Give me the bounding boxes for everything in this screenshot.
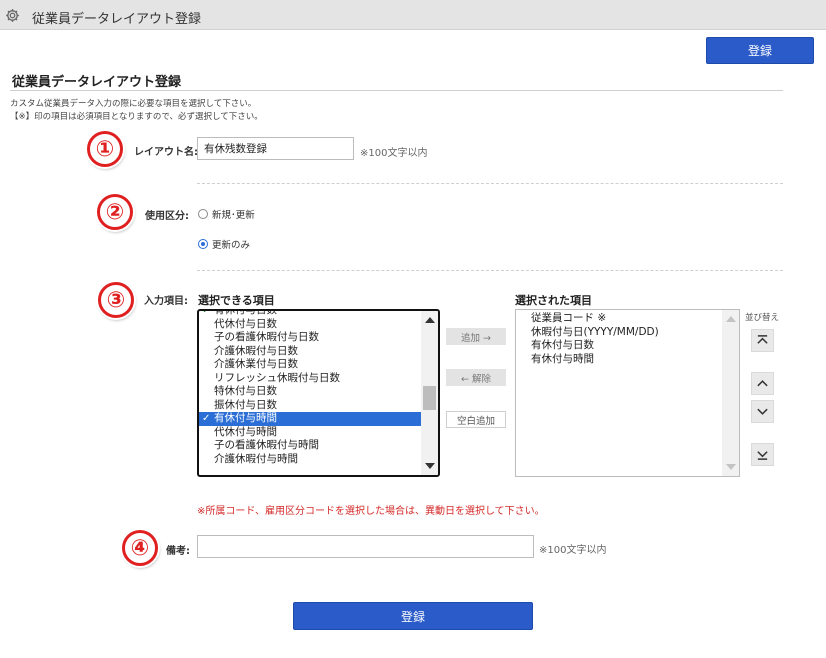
- usage-option-new-update[interactable]: 新規･更新: [198, 207, 255, 221]
- selected-item[interactable]: 有休付与時間: [516, 353, 722, 367]
- move-bottom-icon: [757, 451, 768, 460]
- available-scrollbar[interactable]: [421, 311, 438, 475]
- available-item[interactable]: 介護休暇付与時間: [199, 453, 421, 467]
- available-items: ✓ 有休付与日数 代休付与日数 子の看護休暇付与日数 介護休暇付与日数 介護休業付与日数リ…: [199, 309, 421, 475]
- radio-update-only[interactable]: [198, 239, 208, 249]
- annotation-number-3: ③: [98, 282, 134, 318]
- available-item[interactable]: 介護休業付与日数: [199, 358, 421, 372]
- radio-new-update[interactable]: [198, 209, 208, 219]
- available-item[interactable]: 子の看護休暇付与日数: [199, 331, 421, 345]
- remarks-input[interactable]: [197, 535, 534, 558]
- selected-item[interactable]: 有休付与日数: [516, 339, 722, 353]
- move-top-icon: [757, 335, 768, 344]
- available-item-label: 振休付与日数: [214, 398, 277, 411]
- add-blank-button[interactable]: 空白追加: [446, 411, 506, 428]
- section-divider-1: [197, 183, 783, 184]
- move-down-icon: [757, 408, 768, 415]
- usage-label: 使用区分:: [145, 211, 189, 222]
- layout-name-note: ※100文字以内: [360, 148, 428, 159]
- available-item[interactable]: 代休付与日数: [199, 318, 421, 332]
- available-item-label: 介護休暇付与日数: [214, 344, 298, 357]
- available-item-label: 子の看護休暇付与日数: [214, 331, 319, 343]
- add-item-button[interactable]: 追加 →: [446, 328, 506, 345]
- selected-scrollbar[interactable]: [722, 310, 739, 476]
- radio-update-only-label: 更新のみ: [212, 240, 251, 251]
- selected-item[interactable]: 従業員コード ※: [516, 312, 722, 326]
- move-to-top-button[interactable]: [751, 329, 774, 352]
- annotation-number-2: ②: [97, 194, 133, 230]
- available-item-label: リフレッシュ休暇付与日数: [214, 371, 340, 384]
- available-item-label: 介護休暇付与時間: [214, 452, 298, 465]
- available-item-label: 代休付与日数: [214, 317, 277, 330]
- register-button-bottom[interactable]: 登録: [293, 602, 533, 630]
- selected-items: 従業員コード ※ 休暇付与日(YYYY/MM/DD) 有休付与日数 有休付与時間: [516, 312, 722, 476]
- scroll-up-arrow[interactable]: [726, 316, 736, 322]
- radio-new-update-label: 新規･更新: [212, 210, 255, 221]
- warning-text: ※所属コード、雇用区分コードを選択した場合は、異動日を選択して下さい。: [197, 506, 545, 517]
- annotation-number-4: ④: [122, 530, 158, 566]
- description-line-1: カスタム従業員データ入力の際に必要な項目を選択して下さい。: [10, 99, 257, 109]
- gear-icon[interactable]: [5, 8, 20, 23]
- scroll-down-arrow[interactable]: [425, 463, 435, 469]
- usage-option-update-only[interactable]: 更新のみ: [198, 237, 250, 251]
- move-to-bottom-button[interactable]: [751, 443, 774, 466]
- scroll-up-arrow[interactable]: [425, 317, 435, 323]
- available-item-label: 子の看護休暇付与時間: [214, 439, 319, 451]
- title-bar: 従業員データレイアウト登録: [0, 0, 826, 30]
- available-item[interactable]: 振休付与日数: [199, 399, 421, 413]
- section-divider-2: [197, 270, 783, 271]
- available-item-label: 代休付与時間: [214, 425, 277, 438]
- move-up-button[interactable]: [751, 372, 774, 395]
- register-button-top[interactable]: 登録: [706, 37, 814, 64]
- remarks-label: 備考:: [166, 546, 190, 557]
- move-down-button[interactable]: [751, 400, 774, 423]
- available-item[interactable]: ✓ 有休付与時間: [199, 412, 421, 426]
- scroll-down-arrow[interactable]: [726, 464, 736, 470]
- available-item-label: 特休付与日数: [214, 385, 277, 397]
- available-item-label: 有休付与日数: [214, 309, 277, 316]
- check-icon: ✓: [202, 413, 211, 424]
- page-title: 従業員データレイアウト登録: [12, 75, 182, 90]
- input-items-label: 入力項目:: [144, 296, 188, 307]
- available-item[interactable]: 特休付与日数: [199, 385, 421, 399]
- description-line-2: 【※】印の項目は必須項目となりますので、必ず選択して下さい。: [10, 112, 263, 122]
- check-icon: ✓: [202, 309, 211, 316]
- title-divider: [10, 90, 783, 91]
- available-item[interactable]: ✓ 有休付与日数: [199, 309, 421, 318]
- available-item-label: 有休付与時間: [214, 412, 277, 424]
- annotation-number-1: ①: [87, 131, 123, 167]
- sort-label: 並び替え: [745, 313, 780, 323]
- available-item-label: 介護休業付与日数: [214, 358, 298, 370]
- available-item[interactable]: 代休付与時間: [199, 426, 421, 440]
- remarks-note: ※100文字以内: [539, 545, 607, 556]
- selected-item[interactable]: 休暇付与日(YYYY/MM/DD): [516, 326, 722, 340]
- available-items-list[interactable]: ✓ 有休付与日数 代休付与日数 子の看護休暇付与日数 介護休暇付与日数 介護休業付与日数リ…: [197, 309, 440, 477]
- selected-items-list[interactable]: 従業員コード ※ 休暇付与日(YYYY/MM/DD) 有休付与日数 有休付与時間: [515, 309, 740, 477]
- layout-name-input[interactable]: 有休残数登録: [197, 137, 354, 160]
- remove-item-button[interactable]: ← 解除: [446, 369, 506, 386]
- available-item[interactable]: リフレッシュ休暇付与日数: [199, 372, 421, 386]
- move-up-icon: [757, 380, 768, 387]
- window-title: 従業員データレイアウト登録: [32, 12, 202, 27]
- available-items-header: 選択できる項目: [198, 294, 275, 307]
- available-item[interactable]: 介護休暇付与日数: [199, 345, 421, 359]
- layout-name-label: レイアウト名:: [134, 147, 198, 158]
- selected-items-header: 選択された項目: [515, 294, 592, 307]
- scroll-thumb[interactable]: [423, 386, 436, 411]
- available-item[interactable]: 子の看護休暇付与時間: [199, 439, 421, 453]
